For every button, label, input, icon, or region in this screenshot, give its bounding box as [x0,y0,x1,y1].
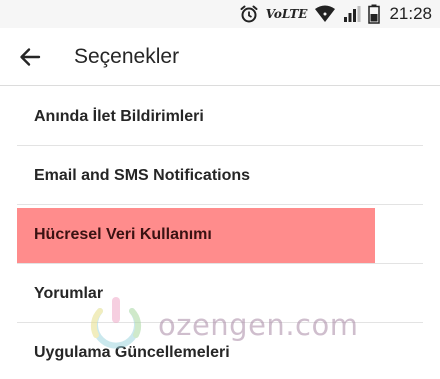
back-button[interactable] [16,43,44,71]
settings-item-app-updates[interactable]: Uygulama Güncellemeleri [0,323,440,379]
status-bar: VoLTE 21:28 [0,0,440,28]
settings-item-label: Anında İlet Bildirimleri [34,107,204,125]
settings-item-cellular-data[interactable]: Hücresel Veri Kullanımı [0,205,440,264]
battery-icon [368,4,381,24]
arrow-left-icon [20,48,41,66]
settings-item-label: Uygulama Güncellemeleri [34,343,230,361]
page-title: Seçenekler [74,45,180,68]
settings-item-email-sms[interactable]: Email and SMS Notifications [0,146,440,205]
settings-item-label: Hücresel Veri Kullanımı [34,225,212,243]
app-bar: Seçenekler [0,28,440,86]
status-clock: 21:28 [389,4,432,23]
settings-item-label: Email and SMS Notifications [34,166,251,184]
signal-icon [343,5,361,23]
settings-item-label: Yorumlar [34,284,104,302]
settings-item-comments[interactable]: Yorumlar [0,264,440,323]
settings-item-push-notifications[interactable]: Anında İlet Bildirimleri [0,87,440,146]
wifi-icon [314,5,336,23]
settings-list: Anında İlet Bildirimleri Email and SMS N… [0,87,440,379]
alarm-icon [239,4,259,24]
volte-indicator: VoLTE [265,7,308,21]
